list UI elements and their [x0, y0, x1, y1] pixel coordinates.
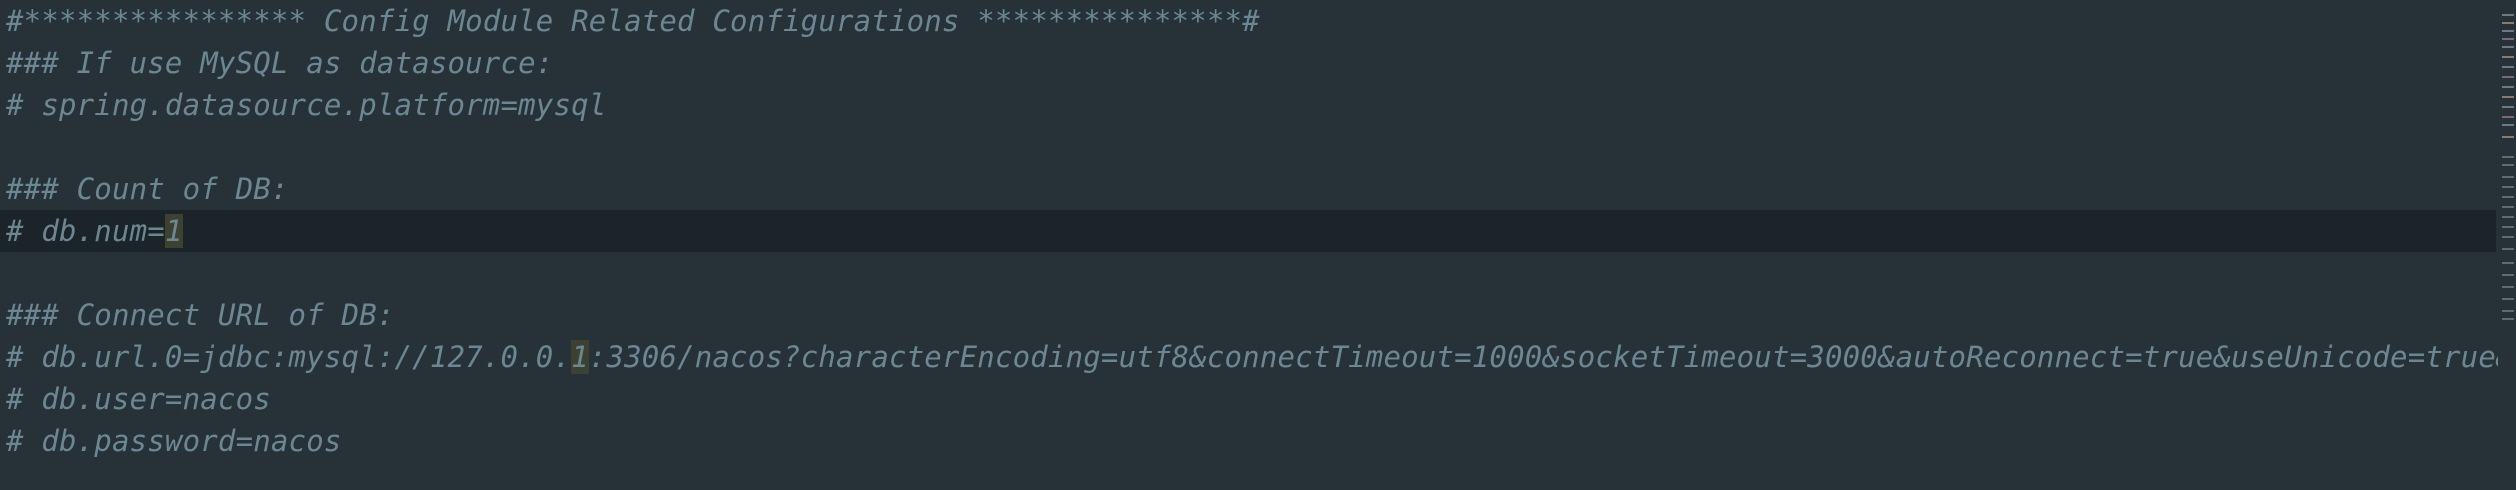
minimap-mark [2502, 206, 2514, 208]
minimap-mark [2502, 286, 2514, 288]
code-line-11[interactable]: # db.password=nacos [0, 420, 2496, 462]
code-line-9[interactable]: # db.url.0=jdbc:mysql://127.0.0.1:3306/n… [0, 336, 2516, 378]
comment-text: ### If use MySQL as datasource: [6, 46, 554, 80]
minimap-mark [2502, 164, 2514, 166]
comment-text: #**************** Config Module Related … [6, 4, 1260, 38]
minimap-mark [2502, 124, 2514, 126]
minimap-mark [2502, 22, 2514, 24]
minimap-mark [2502, 96, 2514, 98]
minimap-mark [2502, 274, 2514, 276]
minimap-mark [2502, 186, 2514, 188]
minimap-mark [2502, 106, 2514, 108]
minimap-mark [2502, 318, 2514, 320]
minimap-mark [2502, 196, 2514, 198]
minimap-mark [2502, 66, 2514, 68]
comment-text: # spring.datasource.platform=mysql [6, 88, 607, 122]
code-line-1[interactable]: #**************** Config Module Related … [0, 0, 2496, 42]
minimap-mark [2502, 86, 2514, 88]
code-line-10[interactable]: # db.user=nacos [0, 378, 2496, 420]
code-area[interactable]: #**************** Config Module Related … [0, 0, 2516, 462]
scrollbar-minimap[interactable] [2498, 0, 2516, 490]
minimap-mark [2502, 56, 2514, 58]
comment-text: # db.url.0=jdbc:mysql://127.0.0. [6, 340, 572, 374]
comment-text: ### Connect URL of DB: [6, 298, 395, 332]
minimap-mark [2502, 30, 2514, 32]
minimap-mark [2502, 310, 2514, 312]
minimap-mark [2502, 116, 2514, 118]
match-highlight: 1 [164, 214, 183, 248]
minimap-mark [2502, 298, 2514, 300]
code-line-6-current[interactable]: # db.num=1 [0, 210, 2496, 252]
comment-text: :3306/nacos?characterEncoding=utf8&conne… [588, 340, 2516, 374]
comment-text: ### Count of DB: [6, 172, 289, 206]
minimap-mark [2502, 236, 2514, 238]
minimap-mark [2502, 176, 2514, 178]
minimap-mark [2502, 136, 2514, 138]
code-line-7[interactable] [0, 252, 2496, 294]
match-highlight: 1 [571, 340, 589, 374]
minimap-mark [2502, 156, 2514, 158]
code-line-2[interactable]: ### If use MySQL as datasource: [0, 42, 2496, 84]
comment-text: # db.user=nacos [6, 382, 271, 416]
code-line-8[interactable]: ### Connect URL of DB: [0, 294, 2496, 336]
comment-text: # db.password=nacos [6, 424, 342, 458]
minimap-mark [2502, 262, 2514, 264]
minimap-mark [2502, 248, 2514, 250]
minimap-mark [2502, 76, 2514, 78]
minimap-mark [2502, 38, 2514, 40]
comment-text: # db.num= [6, 214, 165, 248]
minimap-mark [2502, 46, 2514, 48]
minimap-mark [2502, 216, 2514, 218]
minimap-mark [2502, 14, 2514, 16]
code-editor[interactable]: #**************** Config Module Related … [0, 0, 2516, 490]
code-line-3[interactable]: # spring.datasource.platform=mysql [0, 84, 2496, 126]
code-line-5[interactable]: ### Count of DB: [0, 168, 2496, 210]
code-line-4[interactable] [0, 126, 2496, 168]
minimap-mark [2502, 226, 2514, 228]
